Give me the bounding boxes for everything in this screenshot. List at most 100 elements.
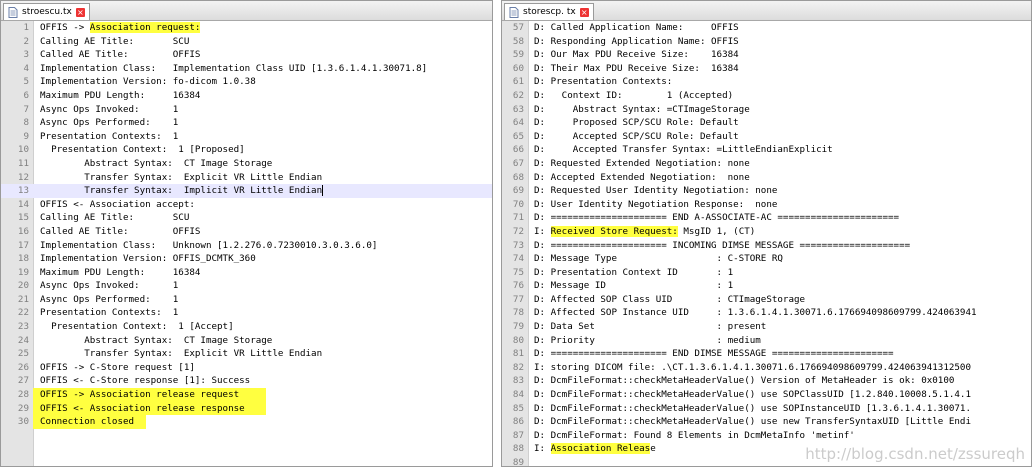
editor-line[interactable]: 77 D: Affected SOP Class UID : CTImageSto… xyxy=(502,293,1031,307)
line-number: 21 xyxy=(17,293,29,305)
editor-line[interactable]: 5 Implementation Version: fo-dicom 1.0.38 xyxy=(1,75,492,89)
editor-line[interactable]: 16 Called AE Title: OFFIS xyxy=(1,225,492,239)
line-number: 19 xyxy=(17,266,29,278)
highlighted-text: Association request: xyxy=(89,22,201,33)
editor-line[interactable]: 23 Presentation Context: 1 [Accept] xyxy=(1,320,492,334)
editor-line[interactable]: 8 Async Ops Performed: 1 xyxy=(1,116,492,130)
line-number: 77 xyxy=(512,293,524,305)
editor-line[interactable]: 83 D: DcmFileFormat::checkMetaHeaderValue… xyxy=(502,374,1031,388)
line-number: 25 xyxy=(17,348,29,360)
highlighted-text: Received Store Request: xyxy=(550,225,678,237)
editor-line[interactable]: 4 Implementation Class: Implementation Cl… xyxy=(1,62,492,76)
editor-line[interactable]: 74 D: Message Type : C-STORE RQ xyxy=(502,252,1031,266)
editor-line[interactable]: 14 OFFIS <- Association accept: xyxy=(1,198,492,212)
editor-line[interactable]: 13 Transfer Syntax: Implicit VR Little E… xyxy=(1,184,492,198)
line-number: 67 xyxy=(512,157,524,169)
editor-line[interactable]: 60 D: Their Max PDU Receive Size: 16384 xyxy=(502,62,1031,76)
tab-storescp[interactable]: storescp. tx × xyxy=(504,3,594,20)
editor-line[interactable]: 69 D: Requested User Identity Negotiation… xyxy=(502,184,1031,198)
line-text: Presentation Context: 1 [Accept] xyxy=(40,321,234,333)
editor-line[interactable]: 68 D: Accepted Extended Negotiation: none xyxy=(502,171,1031,185)
close-tab-icon[interactable]: × xyxy=(579,7,589,17)
editor-line[interactable]: 87 D: DcmFileFormat: Found 8 Elements in … xyxy=(502,429,1031,443)
tab-label: storescp. tx xyxy=(523,7,576,17)
editor-line[interactable]: 29 OFFIS <- Association release response xyxy=(1,401,492,416)
editor-line[interactable]: 82 I: storing DICOM file: .\CT.1.3.6.1.4.… xyxy=(502,361,1031,375)
editor-line[interactable]: 21 Async Ops Performed: 1 xyxy=(1,293,492,307)
editor-line[interactable]: 79 D: Data Set : present xyxy=(502,320,1031,334)
editor-line[interactable]: 17 Implementation Class: Unknown [1.2.276… xyxy=(1,239,492,253)
line-text: D: Accepted Extended Negotiation: none xyxy=(534,171,750,183)
editor-line[interactable]: 1 OFFIS -> Association request: xyxy=(1,21,492,35)
editor-line[interactable]: 58 D: Responding Application Name: OFFIS xyxy=(502,35,1031,49)
line-number: 23 xyxy=(17,321,29,333)
line-text: Implementation Class: Unknown [1.2.276.0… xyxy=(40,239,378,251)
line-text: D: Responding Application Name: OFFIS xyxy=(534,35,739,47)
line-number: 72 xyxy=(512,225,524,237)
editor-line[interactable]: 66 D: Accepted Transfer Syntax: =LittleEn… xyxy=(502,143,1031,157)
editor-line[interactable]: 10 Presentation Context: 1 [Proposed] xyxy=(1,143,492,157)
editor-line[interactable]: 24 Abstract Syntax: CT Image Storage xyxy=(1,334,492,348)
line-number: 16 xyxy=(17,225,29,237)
editor-line[interactable]: 84 D: DcmFileFormat::checkMetaHeaderValue… xyxy=(502,388,1031,402)
line-text: OFFIS -> Association release request xyxy=(40,389,240,401)
line-number: 70 xyxy=(512,198,524,210)
left-editor[interactable]: 1 OFFIS -> Association request: 2 Calling A… xyxy=(1,21,492,466)
line-text: D: Our Max PDU Receive Size: 16384 xyxy=(534,49,739,61)
editor-line[interactable]: 25 Transfer Syntax: Explicit VR Little E… xyxy=(1,347,492,361)
line-text: D: DcmFileFormat: Found 8 Elements in Dc… xyxy=(534,429,855,441)
editor-line[interactable]: 15 Calling AE Title: SCU xyxy=(1,211,492,225)
left-editor-pane: stroescu.tx × 1 OFFIS -> Association requ… xyxy=(0,0,493,467)
editor-line[interactable]: 70 D: User Identity Negotiation Response:… xyxy=(502,198,1031,212)
editor-line[interactable]: 59 D: Our Max PDU Receive Size: 16384 xyxy=(502,48,1031,62)
line-text: D: DcmFileFormat::checkMetaHeaderValue()… xyxy=(534,402,971,414)
line-text: Async Ops Performed: 1 xyxy=(40,293,179,305)
editor-line[interactable]: 72 I: Received Store Request: MsgID 1, (C… xyxy=(502,225,1031,239)
line-text: I: Association Release xyxy=(534,443,656,455)
editor-line[interactable]: 7 Async Ops Invoked: 1 xyxy=(1,103,492,117)
line-number: 81 xyxy=(512,348,524,360)
line-number: 17 xyxy=(17,239,29,251)
editor-line[interactable]: 75 D: Presentation Context ID : 1 xyxy=(502,266,1031,280)
editor-line[interactable]: 63 D: Abstract Syntax: =CTImageStorage xyxy=(502,103,1031,117)
editor-line[interactable]: 85 D: DcmFileFormat::checkMetaHeaderValue… xyxy=(502,402,1031,416)
right-tab-bar: storescp. tx × xyxy=(502,1,1031,21)
line-number: 11 xyxy=(17,157,29,169)
right-editor[interactable]: 57 D: Called Application Name: OFFIS 58 D: … xyxy=(502,21,1031,466)
editor-line[interactable]: 76 D: Message ID : 1 xyxy=(502,279,1031,293)
editor-line[interactable]: 67 D: Requested Extended Negotiation: non… xyxy=(502,157,1031,171)
editor-line[interactable]: 71 D: ===================== END A-ASSOCIA… xyxy=(502,211,1031,225)
editor-line[interactable]: 30 Connection closed xyxy=(1,415,492,429)
editor-line[interactable]: 11 Abstract Syntax: CT Image Storage xyxy=(1,157,492,171)
line-number: 87 xyxy=(512,429,524,441)
line-text: D: ===================== END A-ASSOCIATE… xyxy=(534,212,900,224)
editor-line[interactable]: 12 Transfer Syntax: Explicit VR Little E… xyxy=(1,171,492,185)
editor-line[interactable]: 20 Async Ops Invoked: 1 xyxy=(1,279,492,293)
right-editor-pane: storescp. tx × 57 D: Called Application N… xyxy=(501,0,1032,467)
editor-line[interactable]: 27 OFFIS <- C-Store response [1]: Success xyxy=(1,374,492,388)
editor-line[interactable]: 18 Implementation Version: OFFIS_DCMTK_36… xyxy=(1,252,492,266)
editor-line[interactable]: 65 D: Accepted SCP/SCU Role: Default xyxy=(502,130,1031,144)
editor-line[interactable]: 6 Maximum PDU Length: 16384 xyxy=(1,89,492,103)
line-text: Implementation Version: OFFIS_DCMTK_360 xyxy=(40,253,256,265)
editor-line[interactable]: 22 Presentation Contexts: 1 xyxy=(1,306,492,320)
line-text: D: DcmFileFormat::checkMetaHeaderValue()… xyxy=(534,416,971,428)
editor-line[interactable]: 86 D: DcmFileFormat::checkMetaHeaderValue… xyxy=(502,415,1031,429)
editor-line[interactable]: 64 D: Proposed SCP/SCU Role: Default xyxy=(502,116,1031,130)
editor-line[interactable]: 2 Calling AE Title: SCU xyxy=(1,35,492,49)
close-tab-icon[interactable]: × xyxy=(75,7,85,17)
editor-line[interactable]: 57 D: Called Application Name: OFFIS xyxy=(502,21,1031,35)
editor-line[interactable]: 19 Maximum PDU Length: 16384 xyxy=(1,266,492,280)
editor-line[interactable]: 73 D: ===================== INCOMING DIMS… xyxy=(502,239,1031,253)
editor-line[interactable]: 26 OFFIS -> C-Store request [1] xyxy=(1,361,492,375)
editor-line[interactable]: 80 D: Priority : medium xyxy=(502,334,1031,348)
editor-line[interactable]: 78 D: Affected SOP Instance UID : 1.3.6.1… xyxy=(502,306,1031,320)
editor-line[interactable]: 9 Presentation Contexts: 1 xyxy=(1,130,492,144)
editor-line[interactable]: 3 Called AE Title: OFFIS xyxy=(1,48,492,62)
editor-line[interactable]: 81 D: ===================== END DIMSE MES… xyxy=(502,347,1031,361)
tab-stroescu[interactable]: stroescu.tx × xyxy=(3,3,90,20)
editor-line[interactable]: 62 D: Context ID: 1 (Accepted) xyxy=(502,89,1031,103)
editor-line[interactable]: 28 OFFIS -> Association release request xyxy=(1,388,492,402)
line-number: 88 xyxy=(512,443,524,455)
editor-line[interactable]: 61 D: Presentation Contexts: xyxy=(502,75,1031,89)
